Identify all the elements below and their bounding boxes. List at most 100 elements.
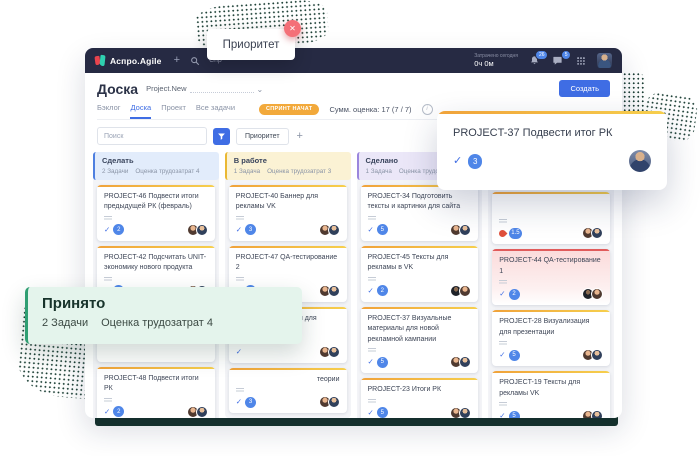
page-title: Доска [97,81,138,97]
avatar [591,227,603,239]
task-card[interactable]: PROJECT-48 Подвести итоги РК ✓2 [97,367,215,419]
task-popup[interactable]: PROJECT-37 Подвести итог РК ✓ 3 [437,111,667,190]
tab-backlog[interactable]: Бэклог [97,103,120,119]
task-card[interactable]: PROJECT-34 Подготовить тексты и картинки… [361,185,479,241]
assignee-avatars [319,285,340,297]
avatar [591,349,603,361]
estimate-badge: 2 [509,289,520,300]
task-title: PROJECT-19 Тексты для рекламы VK [499,378,603,399]
info-icon[interactable]: i [422,104,433,115]
task-title: PROJECT-46 Подвести итоги предыдущей РК … [104,192,208,213]
check-icon: ✓ [368,409,374,417]
avatar [459,407,471,419]
check-icon: ✓ [368,287,374,295]
column-task-count: 1 Задача [234,168,260,175]
description-icon [236,388,244,393]
task-title [499,199,603,216]
task-card[interactable]: PROJECT-40 Баннер для рекламы VK ✓3 [229,185,347,241]
description-icon [368,399,376,404]
check-icon: ✓ [368,358,374,366]
project-selector[interactable]: Project.New ⌄ [146,84,263,93]
notifications-bell-icon[interactable]: 26 [528,54,541,67]
estimate-badge: 3 [468,154,482,169]
messages-icon[interactable]: 5 [551,54,564,67]
task-card[interactable]: PROJECT-23 Итоги РК ✓5 [361,378,479,418]
avatar [591,288,603,300]
user-avatar[interactable] [597,53,612,68]
task-title: PROJECT-23 Итоги РК [368,385,472,396]
avatar [328,224,340,236]
task-card[interactable]: PROJECT-28 Визуализация для презентации … [492,310,610,366]
task-title: PROJECT-44 QA-тестирование 1 [499,256,603,277]
search-icon[interactable] [188,54,201,67]
project-name: Project.New [146,84,186,93]
assignee-avatars [187,406,208,418]
popup-task-title: PROJECT-37 Подвести итог РК [453,127,651,139]
column-todo: Сделать 2 ЗадачиОценка трудозатрат 4 PRO… [93,152,219,418]
assignee-avatars [582,349,603,361]
time-tracker-value: 0ч 0м [474,59,494,68]
assignee-avatars [319,224,340,236]
description-icon [499,341,507,346]
tooltip-label: Приоритет [223,39,280,51]
priority-filter-chip[interactable]: Приоритет [236,128,289,145]
check-icon: ✓ [236,348,242,356]
task-card[interactable]: PROJECT-19 Тексты для рекламы VK ✓ 5 [492,371,610,418]
task-card[interactable]: PROJECT-45 Тексты для рекламы в VK ✓2 [361,246,479,302]
create-button[interactable]: Создать [559,80,610,97]
app-logo[interactable]: Аспро.Agile [95,55,162,66]
apps-grid-icon[interactable] [574,54,587,67]
tab-all-tasks[interactable]: Все задачи [196,103,235,119]
description-icon [368,348,376,353]
search-input[interactable] [97,127,207,145]
estimate-badge: 3 [245,397,256,408]
filter-button[interactable] [213,128,230,145]
assignee-avatars [319,396,340,408]
notifications-count-badge: 26 [535,50,548,60]
description-icon [236,216,244,221]
task-card-alert[interactable]: PROJECT-44 QA-тестирование 1 ✓ 2 [492,249,610,305]
quick-add-button[interactable]: + [174,55,180,66]
assignee-avatars [582,410,603,418]
tab-project[interactable]: Проект [161,103,186,119]
task-card[interactable]: PROJECT-46 Подвести итоги предыдущей РК … [97,185,215,241]
estimate-badge: 5 [509,411,520,419]
column-header[interactable]: Сделать 2 ЗадачиОценка трудозатрат 4 [93,152,219,180]
check-icon: ✓ [499,290,505,298]
chevron-down-icon: ⌄ [257,88,264,93]
task-card[interactable]: PROJECT-37 Визуальные материалы для ново… [361,307,479,374]
avatar [328,396,340,408]
avatar [459,356,471,368]
task-title: PROJECT-45 Тексты для рекламы в VK [368,253,472,274]
logo-text: Аспро.Agile [110,56,162,66]
column-task-count: 1 Задача [366,168,392,175]
task-card[interactable]: 1.5 [492,192,610,244]
assignee-avatars [319,346,340,358]
check-icon: ✓ [453,156,462,167]
column-title: Сделать [102,156,212,165]
add-filter-button[interactable]: + [297,130,303,142]
estimate-badge: 3 [245,224,256,235]
estimate-badge: 2 [113,224,124,235]
app-topbar: Аспро.Agile + Спр Затрачено сегодня 0ч 0… [85,48,622,73]
avatar [196,224,208,236]
estimate-badge: 1.5 [509,228,521,239]
task-title: PROJECT-48 Подвести итоги РК [104,374,208,395]
avatar [591,410,603,418]
check-icon: ✓ [104,408,110,416]
close-icon[interactable]: ✕ [284,20,301,37]
column-in-progress: В работе 1 ЗадачаОценка трудозатрат 3 PR… [225,152,351,418]
check-icon: ✓ [104,226,110,234]
tab-board[interactable]: Доска [130,103,151,119]
column-header[interactable]: В работе 1 ЗадачаОценка трудозатрат 3 [225,152,351,180]
description-icon [104,398,112,403]
description-icon [368,277,376,282]
check-icon: ✓ [236,398,242,406]
task-title: PROJECT-28 Визуализация для презентации [499,317,603,338]
column-task-count: 2 Задачи [102,168,128,175]
avatar [196,406,208,418]
task-title: PROJECT-37 Визуальные материалы для ново… [368,314,472,346]
check-icon: ✓ [499,412,505,418]
assignee-avatars [450,356,471,368]
task-card[interactable]: теории ✓3 [229,368,347,414]
